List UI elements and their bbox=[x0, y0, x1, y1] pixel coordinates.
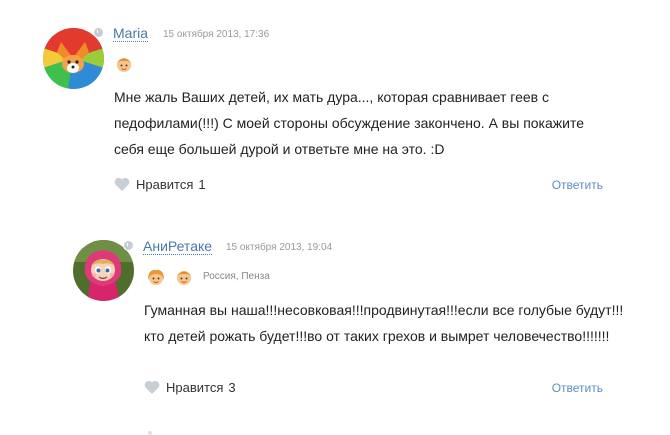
heart-icon bbox=[114, 177, 130, 191]
girl-badge-icon bbox=[148, 269, 164, 285]
author-name[interactable]: АниРетаке bbox=[143, 239, 213, 255]
comment-text: Мне жаль Ваших детей, их мать дура..., к… bbox=[114, 89, 585, 157]
comment-date: 15 октября 2013, 17:36 bbox=[163, 29, 270, 40]
like-count: 3 bbox=[228, 380, 236, 395]
author-location: Россия, Пенза bbox=[203, 271, 270, 282]
like-button[interactable]: Нравится 1 bbox=[114, 177, 206, 192]
next-comment-status-icon bbox=[148, 431, 152, 435]
boy-badge-icon bbox=[177, 271, 191, 285]
online-status-icon bbox=[93, 27, 104, 38]
author-name[interactable]: Maria bbox=[113, 26, 149, 42]
like-label: Нравится bbox=[166, 380, 224, 395]
reply-link[interactable]: Ответить bbox=[540, 381, 603, 395]
heart-icon bbox=[144, 380, 160, 394]
comment-2: АниРетаке 15 октября 2013, 19:04 Россия,… bbox=[0, 215, 670, 435]
comment-1: Maria 15 октября 2013, 17:36 Мне жаль Ва… bbox=[0, 0, 670, 215]
like-count: 1 bbox=[198, 177, 206, 192]
comment-date: 15 октября 2013, 19:04 bbox=[226, 242, 333, 253]
like-button[interactable]: Нравится 3 bbox=[144, 380, 236, 395]
comment-text: Гуманная вы наша!!!несовковая!!!продвину… bbox=[144, 302, 624, 344]
boy-badge-icon bbox=[117, 58, 131, 72]
reply-link[interactable]: Ответить bbox=[540, 178, 603, 192]
online-status-icon bbox=[123, 240, 134, 251]
like-label: Нравится bbox=[136, 177, 194, 192]
